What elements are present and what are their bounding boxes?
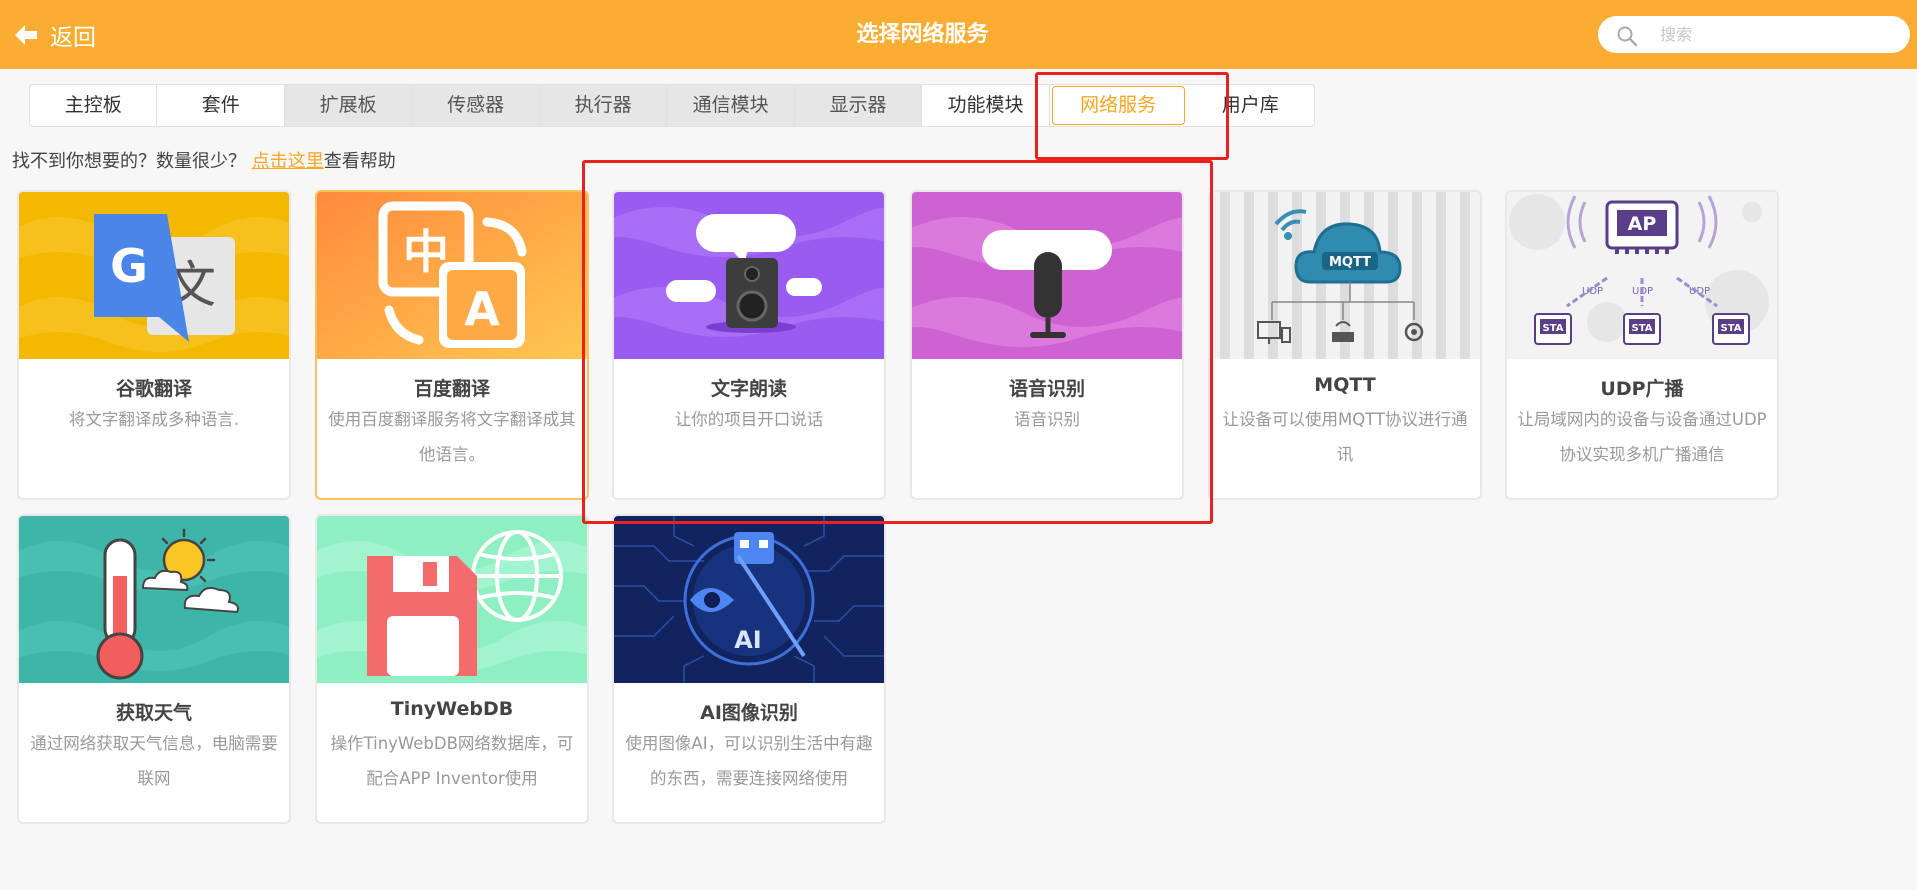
tab-communication[interactable]: 通信模块 [667,85,795,126]
svg-text:A: A [464,282,500,336]
card-description: 将文字翻译成多种语言. [68,410,240,429]
search-input[interactable] [1660,22,1890,47]
udp-broadcast-icon: AP UDP UDP UDP STA STA STA [1507,192,1777,359]
card-mqtt[interactable]: MQTT MQTT 让设备可以使用MQTT协议进行通讯 [1208,190,1482,500]
tab-network-service[interactable]: 网络服务 [1051,86,1185,125]
card-image: AI [614,516,884,683]
card-description: 通过网络获取天气信息，电脑需要联网 [30,734,278,788]
card-title: 文字朗读 [710,378,787,400]
help-hint: 找不到你想要的？数量很少？ 点击这里查看帮助 [12,147,396,173]
tab-mainboard[interactable]: 主控板 [30,85,158,126]
mqtt-cloud-icon: MQTT [1210,192,1480,359]
tab-user-library[interactable]: 用户库 [1187,85,1314,126]
hint-prefix: 找不到你想要的？数量很少？ [12,151,246,172]
svg-text:AP: AP [1628,213,1657,235]
card-ai-image-recognition[interactable]: AI AI图像识别 使用图像AI，可以识别生活中有趣的东西，需要连接网络使用 [612,514,886,824]
page-title: 选择网络服务 [856,22,989,47]
tab-display[interactable]: 显示器 [794,85,923,126]
card-weather[interactable]: 获取天气 通过网络获取天气信息，电脑需要联网 [17,514,291,824]
google-translate-icon: 文 G [19,192,289,359]
card-image: MQTT [1210,192,1480,359]
card-tinywebdb[interactable]: TinyWebDB 操作TinyWebDB网络数据库，可配合APP Invent… [315,514,589,824]
card-title: UDP广播 [1600,378,1684,400]
card-description: 使用图像AI，可以识别生活中有趣的东西，需要连接网络使用 [625,734,873,788]
svg-text:STA: STA [1543,323,1564,334]
card-description: 使用百度翻译服务将文字翻译成其他语言。 [328,410,576,464]
card-title: 百度翻译 [413,378,490,400]
hint-suffix: 查看帮助 [323,151,396,172]
card-title: 获取天气 [115,702,192,724]
card-speech-recognition[interactable]: 语音识别 语音识别 [910,190,1184,500]
card-description: 让局域网内的设备与设备通过UDP协议实现多机广播通信 [1517,410,1767,464]
card-description: 让你的项目开口说话 [674,410,824,429]
card-baidu-translate[interactable]: 中 A 百度翻译 使用百度翻译服务将文字翻译成其他语言。 [315,190,589,500]
card-title: 谷歌翻译 [115,378,192,400]
card-udp-broadcast[interactable]: AP UDP UDP UDP STA STA STA UDP广播 让局域网内的设… [1505,190,1779,500]
card-title: 语音识别 [1008,378,1085,400]
search-icon [1617,26,1638,47]
card-image [614,192,884,359]
card-title: AI图像识别 [700,702,798,724]
tab-actuator[interactable]: 执行器 [539,85,668,126]
card-google-translate[interactable]: 文 G 谷歌翻译 将文字翻译成多种语言. [17,190,291,500]
tab-sensor[interactable]: 传感器 [412,85,540,126]
card-title: TinyWebDB [390,698,514,720]
card-image [912,192,1182,359]
svg-text:UDP: UDP [1582,286,1603,297]
microphone-icon [912,192,1182,359]
card-description: 语音识别 [1014,410,1080,429]
card-image [19,516,289,683]
card-description: 让设备可以使用MQTT协议进行通讯 [1222,410,1468,464]
speaker-icon [614,192,884,359]
search-box[interactable] [1598,16,1910,53]
tab-function-module[interactable]: 功能模块 [922,85,1050,126]
help-link[interactable]: 点击这里 [252,151,324,172]
ai-eye-icon: AI [614,516,884,683]
tab-kit[interactable]: 套件 [157,85,285,126]
floppy-globe-icon [317,516,587,683]
card-title: MQTT [1314,374,1376,396]
svg-text:G: G [110,239,148,293]
card-image: 中 A [317,192,587,359]
top-bar: 返回 选择网络服务 [0,0,1917,69]
card-image: 文 G [19,192,289,359]
thermometer-icon [19,516,289,683]
svg-text:STA: STA [1632,323,1653,334]
svg-text:STA: STA [1721,323,1742,334]
baidu-translate-icon: 中 A [317,192,587,359]
card-text-to-speech[interactable]: 文字朗读 让你的项目开口说话 [612,190,886,500]
tab-expansion-board[interactable]: 扩展板 [284,85,413,126]
card-image [317,516,587,683]
category-tabs: 主控板 套件 扩展板 传感器 执行器 通信模块 显示器 功能模块 网络服务 用户… [29,84,1315,127]
svg-text:MQTT: MQTT [1329,255,1371,270]
card-description: 操作TinyWebDB网络数据库，可配合APP Inventor使用 [330,734,574,788]
svg-text:AI: AI [734,626,762,654]
card-image: AP UDP UDP UDP STA STA STA [1507,192,1777,359]
